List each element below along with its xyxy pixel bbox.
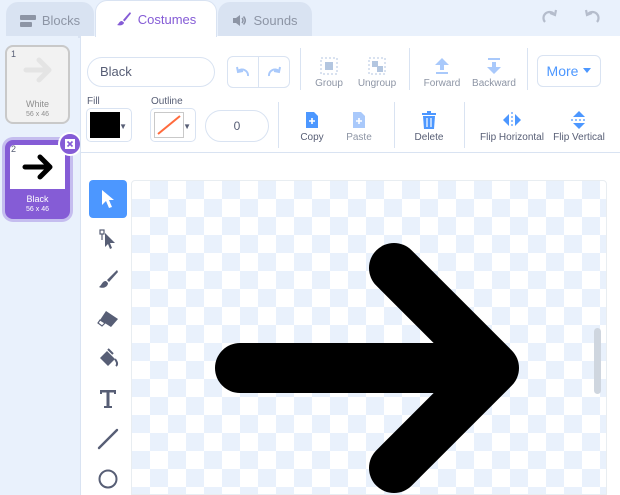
line-icon bbox=[97, 428, 119, 450]
flip-horizontal-button[interactable]: Flip Horizontal bbox=[478, 108, 546, 143]
black-arrow-thumbnail bbox=[22, 154, 53, 180]
fill-tool[interactable] bbox=[89, 340, 127, 378]
tab-blocks[interactable]: Blocks bbox=[6, 2, 94, 38]
select-arrow-icon bbox=[102, 190, 114, 208]
costume-name: Black bbox=[26, 194, 49, 204]
flip-horizontal-icon bbox=[503, 112, 521, 128]
chevron-down-icon bbox=[583, 68, 592, 73]
tab-costumes[interactable]: Costumes bbox=[95, 0, 217, 37]
select-tool[interactable] bbox=[89, 180, 127, 218]
toolbar-divider bbox=[527, 48, 528, 90]
group-icon bbox=[320, 57, 338, 75]
paste-label: Paste bbox=[346, 132, 372, 143]
ungroup-icon bbox=[368, 57, 386, 75]
costume-size: 56 x 46 bbox=[26, 206, 49, 213]
costume-name-input[interactable]: Black bbox=[87, 57, 215, 87]
costume-name: White bbox=[25, 99, 49, 109]
reshape-tool[interactable] bbox=[89, 220, 127, 258]
tab-sounds-label: Sounds bbox=[253, 13, 298, 28]
costume-list: 1 White 56 x 46 2 Black 56 x 46 bbox=[0, 36, 82, 495]
costume-number: 2 bbox=[11, 144, 17, 154]
fill-swatch bbox=[90, 112, 120, 138]
fill-label: Fill bbox=[87, 96, 100, 107]
paste-button[interactable]: Paste bbox=[331, 108, 387, 143]
paint-editor: Black Group Ungroup Forward Backward Mor… bbox=[80, 36, 620, 495]
more-button[interactable]: More bbox=[537, 55, 601, 87]
text-t-icon bbox=[100, 390, 116, 408]
black-arrow-shape[interactable] bbox=[132, 181, 607, 495]
costume-size: 56 x 46 bbox=[26, 111, 49, 118]
circle-icon bbox=[98, 469, 118, 489]
editor-undo-button[interactable] bbox=[227, 56, 259, 88]
canvas-scrollbar[interactable] bbox=[594, 328, 601, 394]
blocks-icon bbox=[19, 14, 36, 27]
undo-arrow-icon[interactable] bbox=[582, 5, 604, 27]
paintbrush-icon bbox=[99, 270, 118, 288]
ungroup-button[interactable]: Ungroup bbox=[349, 54, 405, 89]
toolbar-bottom-divider bbox=[81, 152, 620, 153]
flip-vertical-icon bbox=[571, 111, 587, 129]
outline-color-picker[interactable]: ▼ bbox=[150, 108, 196, 142]
costume-item-black[interactable]: 2 Black 56 x 46 bbox=[5, 132, 82, 219]
toolbar-divider bbox=[409, 48, 410, 90]
white-arrow-thumbnail bbox=[23, 57, 52, 83]
redo-icon bbox=[268, 66, 281, 77]
backward-button[interactable]: Backward bbox=[466, 54, 522, 89]
forward-icon bbox=[435, 58, 449, 74]
redo-arrow-icon[interactable] bbox=[538, 5, 560, 27]
no-color-slash-icon bbox=[157, 115, 181, 135]
trash-icon bbox=[422, 111, 436, 129]
delete-button[interactable]: Delete bbox=[401, 108, 457, 143]
delete-label: Delete bbox=[414, 132, 444, 143]
paste-icon bbox=[353, 112, 365, 128]
ungroup-label: Ungroup bbox=[357, 78, 397, 89]
eraser-tool[interactable] bbox=[89, 300, 127, 338]
outline-width-input[interactable]: 0 bbox=[205, 110, 269, 142]
outline-label: Outline bbox=[151, 96, 183, 107]
brush-tool[interactable] bbox=[89, 260, 127, 298]
fill-color-picker[interactable]: ▼ bbox=[86, 108, 132, 142]
forward-label: Forward bbox=[423, 78, 461, 89]
editor-redo-button[interactable] bbox=[258, 56, 290, 88]
editor-tabs: Blocks Costumes Sounds bbox=[0, 0, 620, 38]
reshape-icon bbox=[99, 229, 115, 249]
circle-tool[interactable] bbox=[89, 460, 127, 495]
costume-thumbnail bbox=[10, 145, 65, 189]
paint-bucket-icon bbox=[100, 348, 119, 367]
outline-swatch bbox=[154, 112, 184, 138]
tab-blocks-label: Blocks bbox=[41, 13, 81, 28]
chevron-down-icon: ▼ bbox=[183, 122, 191, 131]
copy-icon bbox=[306, 112, 318, 128]
chevron-down-icon: ▼ bbox=[119, 122, 127, 131]
line-tool[interactable] bbox=[89, 420, 127, 458]
undo-icon bbox=[236, 66, 249, 77]
backward-icon bbox=[487, 58, 501, 74]
flip-horizontal-label: Flip Horizontal bbox=[480, 132, 544, 143]
tab-costumes-label: Costumes bbox=[137, 11, 197, 27]
toolbar-divider bbox=[278, 102, 279, 148]
flip-vertical-label: Flip Vertical bbox=[553, 132, 605, 143]
forward-button[interactable]: Forward bbox=[414, 54, 470, 89]
speaker-icon bbox=[233, 15, 247, 26]
costume-number: 1 bbox=[11, 49, 17, 59]
eraser-icon bbox=[97, 311, 118, 327]
text-tool[interactable] bbox=[89, 380, 127, 418]
brush-icon bbox=[116, 12, 131, 26]
backward-label: Backward bbox=[472, 78, 516, 89]
more-label: More bbox=[546, 63, 579, 79]
close-icon bbox=[65, 139, 75, 149]
delete-costume-button[interactable] bbox=[58, 132, 82, 156]
drawing-canvas[interactable] bbox=[131, 180, 607, 495]
flip-vertical-button[interactable]: Flip Vertical bbox=[549, 108, 609, 143]
tab-sounds[interactable]: Sounds bbox=[218, 2, 312, 38]
costume-item-white[interactable]: 1 White 56 x 46 bbox=[5, 45, 70, 124]
toolbar-divider bbox=[394, 102, 395, 148]
toolbar-divider bbox=[464, 102, 465, 148]
